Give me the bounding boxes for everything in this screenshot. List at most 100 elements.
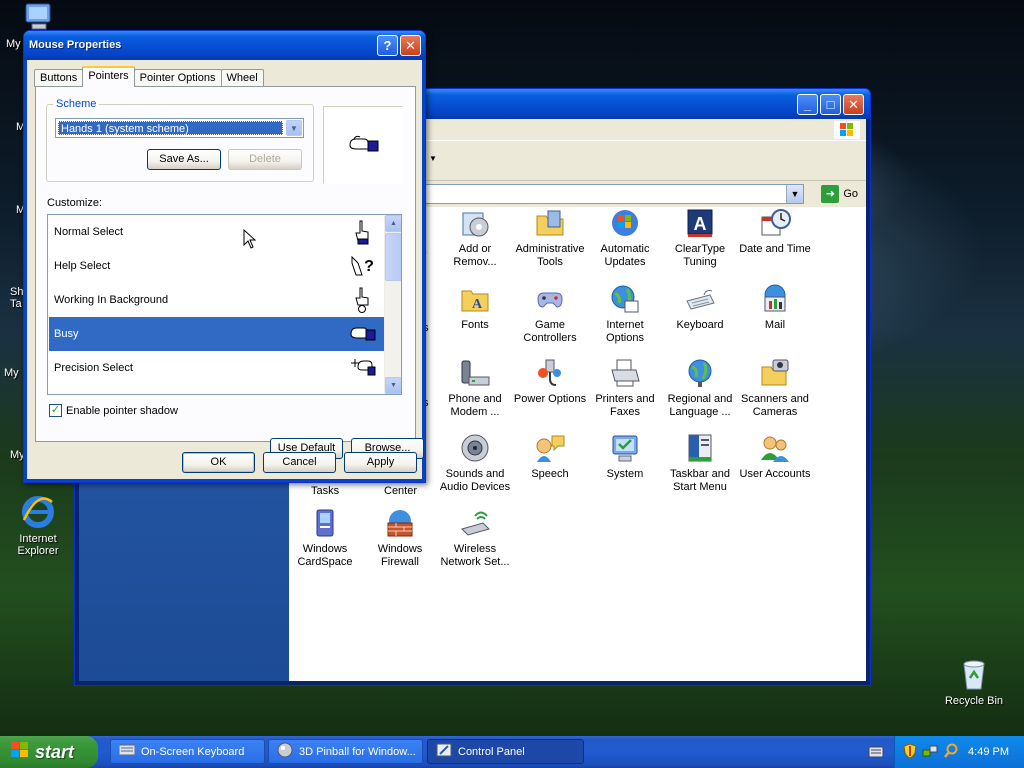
busy-hand-pointer-icon [348, 135, 380, 158]
scheme-select-value: Hands 1 (system scheme) [58, 121, 283, 135]
pointer-list-scrollbar[interactable]: ▲ ▼ [384, 215, 401, 394]
delete-button[interactable]: Delete [228, 149, 302, 170]
list-item[interactable]: Normal Select [49, 215, 384, 249]
close-button[interactable]: ✕ [843, 94, 864, 115]
task-button-label: On-Screen Keyboard [141, 745, 245, 758]
language-bar-icon[interactable] [868, 745, 884, 762]
cp-item-cleartype-tuning[interactable]: A ClearType Tuning [662, 207, 738, 269]
dialog-titlebar[interactable]: Mouse Properties ? ✕ [24, 31, 425, 60]
desktop-label-partial[interactable]: Sh [10, 286, 23, 298]
cp-item-mail[interactable]: Mail [737, 283, 813, 332]
help-icon: ? [383, 38, 392, 53]
cp-item-add-remove[interactable]: Add or Remov... [437, 207, 513, 269]
security-shield-icon[interactable] [903, 742, 917, 762]
cp-item-scanners-cameras[interactable]: Scanners and Cameras [737, 357, 813, 419]
recycle-bin-icon [956, 656, 992, 692]
maximize-button[interactable]: □ [820, 94, 841, 115]
network-icon[interactable] [922, 743, 938, 762]
pointer-list[interactable]: Normal Select Help Select ? Working In B… [47, 214, 402, 395]
cp-item-internet-options[interactable]: Internet Options [587, 283, 663, 345]
address-dropdown-icon[interactable]: ▼ [786, 185, 803, 203]
cp-item-regional-language[interactable]: Regional and Language ... [662, 357, 738, 419]
scheme-select[interactable]: Hands 1 (system scheme) ▼ [55, 118, 304, 138]
cp-item-administrative-tools[interactable]: Administrative Tools [512, 207, 588, 269]
cp-item-wireless-network[interactable]: Wireless Network Set... [437, 507, 513, 569]
task-button-3d-pinball[interactable]: 3D Pinball for Window... [268, 739, 423, 764]
cardspace-icon [309, 507, 341, 539]
cp-item-label: Taskbar and Start Menu [670, 468, 730, 493]
cp-item-sounds-audio[interactable]: Sounds and Audio Devices [437, 432, 513, 494]
cancel-button[interactable]: Cancel [263, 452, 336, 473]
cp-item-label: User Accounts [739, 468, 811, 480]
ok-button[interactable]: OK [182, 452, 255, 473]
cp-item-label: Game Controllers [523, 319, 577, 344]
help-button[interactable]: ? [377, 35, 398, 56]
cp-item-keyboard[interactable]: Keyboard [662, 283, 738, 332]
list-item[interactable]: Help Select ? [49, 249, 384, 283]
start-button[interactable]: start [0, 736, 98, 768]
list-item[interactable]: Working In Background [49, 283, 384, 317]
cp-item-windows-firewall[interactable]: Windows Firewall [362, 507, 438, 569]
windows-flag-icon [10, 741, 30, 764]
cp-item-system[interactable]: System [587, 432, 663, 481]
cp-item-label: Wireless Network Set... [440, 543, 510, 568]
desktop-icon-internet-explorer[interactable]: Internet Explorer [0, 494, 76, 557]
cp-item-automatic-updates[interactable]: Automatic Updates [587, 207, 663, 269]
cp-item-partial-label[interactable]: Tasks [311, 485, 339, 497]
cp-item-label: Windows CardSpace [297, 543, 353, 568]
cp-item-label: Windows Firewall [377, 543, 423, 568]
minimize-button[interactable]: _ [797, 94, 818, 115]
scrollbar-thumb[interactable] [385, 233, 401, 281]
pointers-tab-panel: Scheme Hands 1 (system scheme) ▼ Save As… [35, 86, 424, 459]
scroll-down-icon[interactable]: ▼ [385, 377, 401, 394]
cp-item-fonts[interactable]: A Fonts [437, 283, 513, 332]
tab-pointers[interactable]: Pointers [82, 66, 135, 87]
cp-item-partial-label[interactable]: Center [384, 485, 417, 497]
internet-options-icon [609, 283, 641, 315]
dialog-close-button[interactable]: ✕ [400, 35, 421, 56]
desktop-label-partial[interactable]: Ta [10, 298, 22, 310]
close-icon: ✕ [405, 37, 416, 53]
tab-wheel[interactable]: Wheel [220, 69, 264, 87]
cp-item-date-time[interactable]: Date and Time [737, 207, 813, 256]
toolbar-dropdown-arrow-icon[interactable]: ▼ [429, 154, 437, 163]
mouse-cursor-icon [243, 228, 257, 252]
windows-flag-icon [834, 121, 860, 139]
cp-item-speech[interactable]: Speech [512, 432, 588, 481]
desktop-icon-label: Recycle Bin [944, 695, 1004, 707]
cp-item-user-accounts[interactable]: User Accounts [737, 432, 813, 481]
cp-item-phone-modem[interactable]: Phone and Modem ... [437, 357, 513, 419]
list-item[interactable]: Busy [49, 317, 384, 351]
pointer-shadow-option[interactable]: ✓ Enable pointer shadow [49, 404, 178, 417]
search-icon[interactable] [943, 743, 959, 762]
list-item[interactable]: Precision Select [49, 351, 384, 385]
cp-item-taskbar-start-menu[interactable]: Taskbar and Start Menu [662, 432, 738, 494]
scanner-camera-icon [759, 357, 791, 389]
cp-item-label: Sounds and Audio Devices [439, 468, 511, 493]
task-button-on-screen-keyboard[interactable]: On-Screen Keyboard [110, 739, 265, 764]
cp-item-printers-faxes[interactable]: Printers and Faxes [587, 357, 663, 419]
save-as-button[interactable]: Save As... [147, 149, 221, 170]
go-button[interactable]: ➜ Go [821, 185, 858, 203]
clock[interactable]: 4:49 PM [968, 746, 1024, 758]
desktop-label-partial[interactable]: My [6, 38, 21, 50]
chevron-down-icon[interactable]: ▼ [286, 120, 302, 136]
tab-pointer-options[interactable]: Pointer Options [133, 69, 222, 87]
precision-select-pointer-icon [350, 355, 376, 381]
cp-item-power-options[interactable]: Power Options [512, 357, 588, 406]
pointer-shadow-checkbox[interactable]: ✓ [49, 404, 62, 417]
scroll-up-icon[interactable]: ▲ [385, 215, 401, 232]
desktop-icon-recycle-bin[interactable]: Recycle Bin [936, 656, 1012, 707]
tab-buttons[interactable]: Buttons [34, 69, 84, 87]
cp-item-game-controllers[interactable]: Game Controllers [512, 283, 588, 345]
desktop-label-partial[interactable]: My [4, 367, 19, 379]
scheme-groupbox: Scheme Hands 1 (system scheme) ▼ Save As… [46, 98, 314, 182]
apply-button[interactable]: Apply [344, 452, 417, 473]
task-button-control-panel[interactable]: Control Panel [427, 739, 584, 764]
user-accounts-icon [759, 432, 791, 464]
date-time-icon [759, 207, 791, 239]
svg-text:?: ? [364, 258, 374, 275]
my-computer-icon[interactable] [22, 2, 56, 32]
printer-icon [609, 357, 641, 389]
cp-item-windows-cardspace[interactable]: Windows CardSpace [287, 507, 363, 569]
